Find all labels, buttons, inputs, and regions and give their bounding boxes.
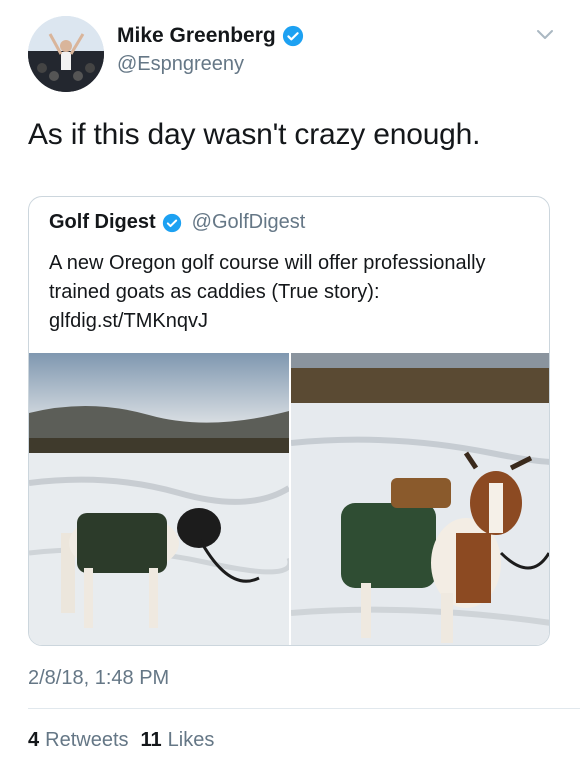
verified-badge-icon	[162, 213, 181, 232]
verified-badge-icon	[282, 25, 303, 47]
goat-photo-left[interactable]	[29, 353, 289, 645]
quoted-author-handle[interactable]: @GolfDigest	[192, 211, 306, 234]
retweets-count: 4	[28, 729, 40, 751]
likes-count: 11	[140, 729, 162, 751]
likes-label: Likes	[167, 729, 215, 751]
author-handle[interactable]: @Espngreeny	[117, 53, 244, 76]
retweets-label: Retweets	[45, 729, 129, 751]
quoted-header[interactable]: Golf Digest @GolfDigest	[49, 211, 305, 234]
likes-stat[interactable]: 11 Likes	[141, 729, 215, 752]
quoted-author-name[interactable]: Golf Digest	[49, 211, 156, 234]
chevron-down-icon[interactable]	[536, 28, 554, 42]
quoted-tweet[interactable]: Golf Digest @GolfDigest A new Oregon gol…	[28, 196, 550, 646]
tweet-stats: 4 Retweets 11 Likes	[28, 729, 214, 752]
tweet-text: As if this day wasn't crazy enough.	[28, 118, 481, 151]
retweets-stat[interactable]: 4 Retweets	[28, 729, 129, 752]
author-name-row[interactable]: Mike Greenberg	[117, 24, 304, 48]
avatar[interactable]	[28, 16, 104, 92]
goat-photo-right[interactable]	[291, 353, 549, 645]
divider	[28, 708, 580, 709]
tweet-timestamp[interactable]: 2/8/18, 1:48 PM	[28, 667, 169, 690]
author-name[interactable]: Mike Greenberg	[117, 24, 276, 48]
quoted-media[interactable]	[29, 353, 549, 645]
quoted-text: A new Oregon golf course will offer prof…	[49, 252, 486, 332]
